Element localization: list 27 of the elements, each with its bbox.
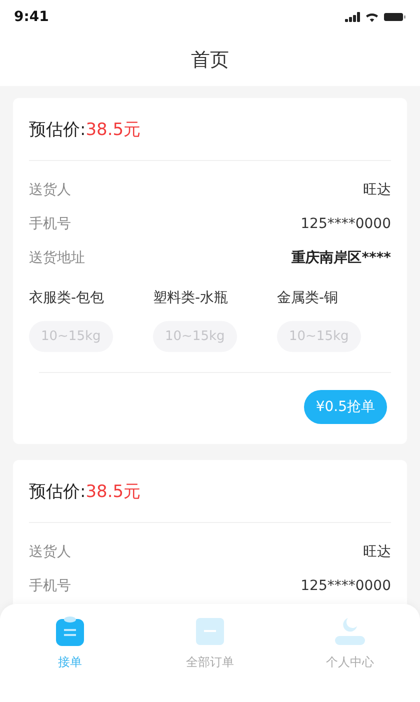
field-value: 125****0000 — [300, 216, 391, 232]
field-value: 重庆南岸区**** — [292, 249, 391, 267]
tab-item[interactable]: 全部订单 — [140, 616, 280, 671]
item-category: 衣服类-包包 — [29, 289, 104, 307]
price-estimate: 预估价:38.5元 — [29, 460, 391, 523]
field-label: 送货地址 — [29, 249, 85, 267]
wifi-icon — [365, 12, 379, 22]
tab-item[interactable]: 个人中心 — [280, 616, 420, 671]
field-label: 送货人 — [29, 543, 71, 561]
price-estimate: 预估价:38.5元 — [29, 98, 391, 161]
field-label: 送货人 — [29, 181, 71, 199]
item-category: 金属类-铜 — [277, 289, 338, 307]
field-value: 旺达 — [363, 543, 391, 561]
signal-icon — [345, 12, 360, 22]
battery-icon — [384, 12, 406, 22]
clipboard-icon — [56, 616, 84, 646]
status-time: 9:41 — [14, 9, 49, 25]
item-category: 塑料类-水瓶 — [153, 289, 228, 307]
tab-item[interactable]: 接单 — [0, 616, 140, 671]
page-title: 首页 — [190, 48, 230, 73]
person-icon — [335, 618, 365, 645]
card-icon — [196, 618, 224, 645]
field-label: 手机号 — [29, 577, 71, 595]
field-value: 旺达 — [363, 181, 391, 199]
grab-order-button[interactable]: ¥0.5抢单 — [304, 390, 387, 424]
field-value: 125****0000 — [300, 578, 391, 594]
field-label: 手机号 — [29, 215, 71, 233]
